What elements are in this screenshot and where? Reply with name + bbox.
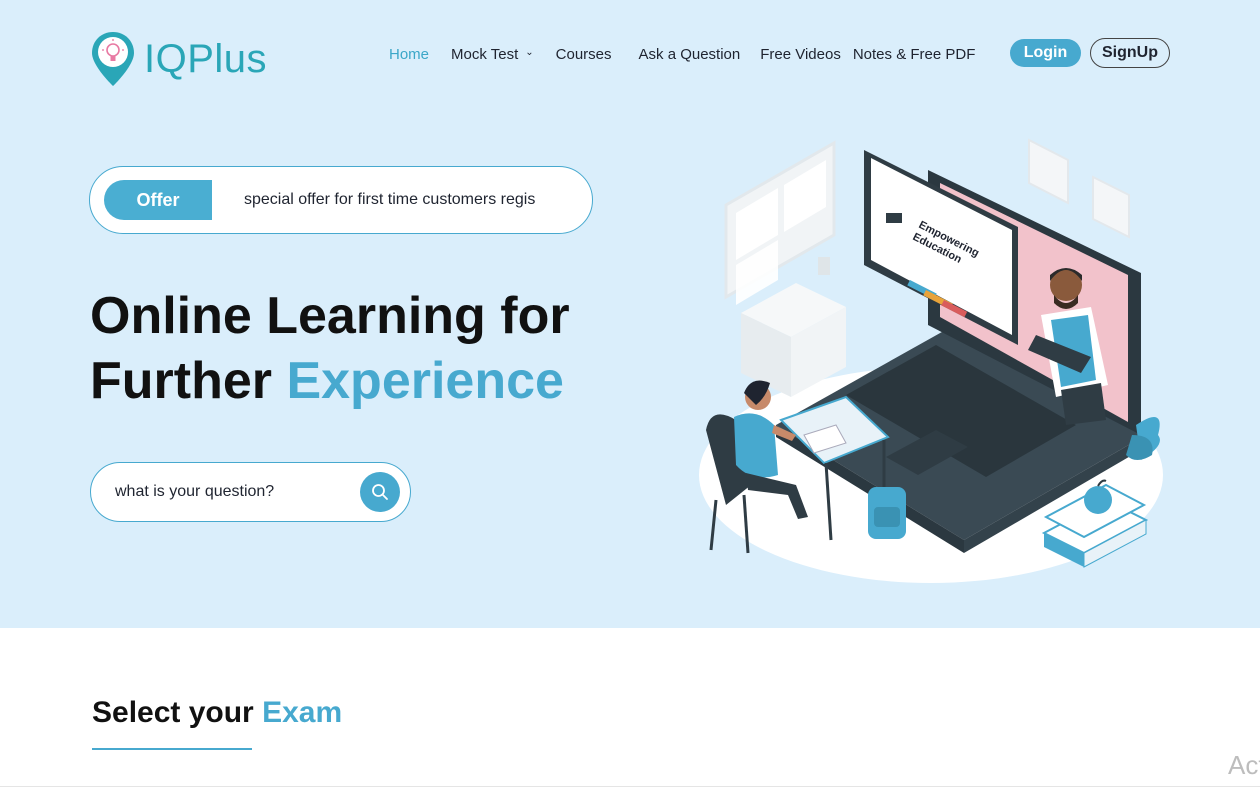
divider bbox=[0, 786, 1260, 787]
apple-icon bbox=[1084, 486, 1112, 514]
location-bulb-icon bbox=[92, 32, 134, 86]
brand-logo[interactable]: IQPlus bbox=[90, 30, 267, 88]
nav-free-videos[interactable]: Free Videos bbox=[760, 46, 841, 63]
backpack-decoration bbox=[868, 487, 906, 539]
hero-title: Online Learning for Further Experience bbox=[90, 284, 570, 414]
activation-watermark: Act bbox=[1228, 750, 1260, 780]
nav-mock-test-label: Mock Test bbox=[451, 46, 519, 63]
login-button[interactable]: Login bbox=[1010, 39, 1081, 67]
offer-text: special offer for first time customers r… bbox=[244, 191, 536, 208]
nav-notes-pdf[interactable]: Notes & Free PDF bbox=[853, 46, 976, 63]
chevron-down-icon: ⌄ bbox=[525, 47, 534, 58]
offer-badge: Offer bbox=[104, 180, 212, 220]
nav-courses[interactable]: Courses bbox=[556, 46, 612, 63]
search-button[interactable] bbox=[360, 472, 400, 512]
section-title-accent: Exam bbox=[262, 696, 343, 729]
signup-button[interactable]: SignUp bbox=[1090, 38, 1170, 68]
brand-name: IQPlus bbox=[144, 36, 268, 81]
hero-title-line1: Online Learning for bbox=[90, 287, 570, 345]
frame-decoration bbox=[1028, 138, 1069, 205]
window-decoration bbox=[724, 140, 836, 305]
nav-home[interactable]: Home bbox=[389, 46, 429, 63]
hero-title-line2: Further bbox=[90, 352, 287, 410]
main-nav: Home Mock Test ⌄ Courses Ask a Question … bbox=[389, 46, 997, 63]
frame-decoration bbox=[1092, 175, 1130, 239]
offer-banner: Offer special offer for first time custo… bbox=[89, 166, 593, 234]
nav-ask-question[interactable]: Ask a Question bbox=[639, 46, 741, 63]
question-input[interactable] bbox=[115, 483, 345, 501]
question-search bbox=[90, 462, 411, 522]
section-underline bbox=[92, 748, 252, 750]
hero-title-accent: Experience bbox=[286, 352, 564, 410]
section-title-plain: Select your bbox=[92, 696, 263, 729]
search-icon bbox=[372, 484, 388, 500]
graduation-cap-icon bbox=[886, 213, 902, 223]
section-title: Select your Exam bbox=[92, 696, 342, 730]
nav-mock-test[interactable]: Mock Test ⌄ bbox=[451, 46, 534, 63]
online-learning-illustration: Empowering Education bbox=[699, 138, 1163, 583]
